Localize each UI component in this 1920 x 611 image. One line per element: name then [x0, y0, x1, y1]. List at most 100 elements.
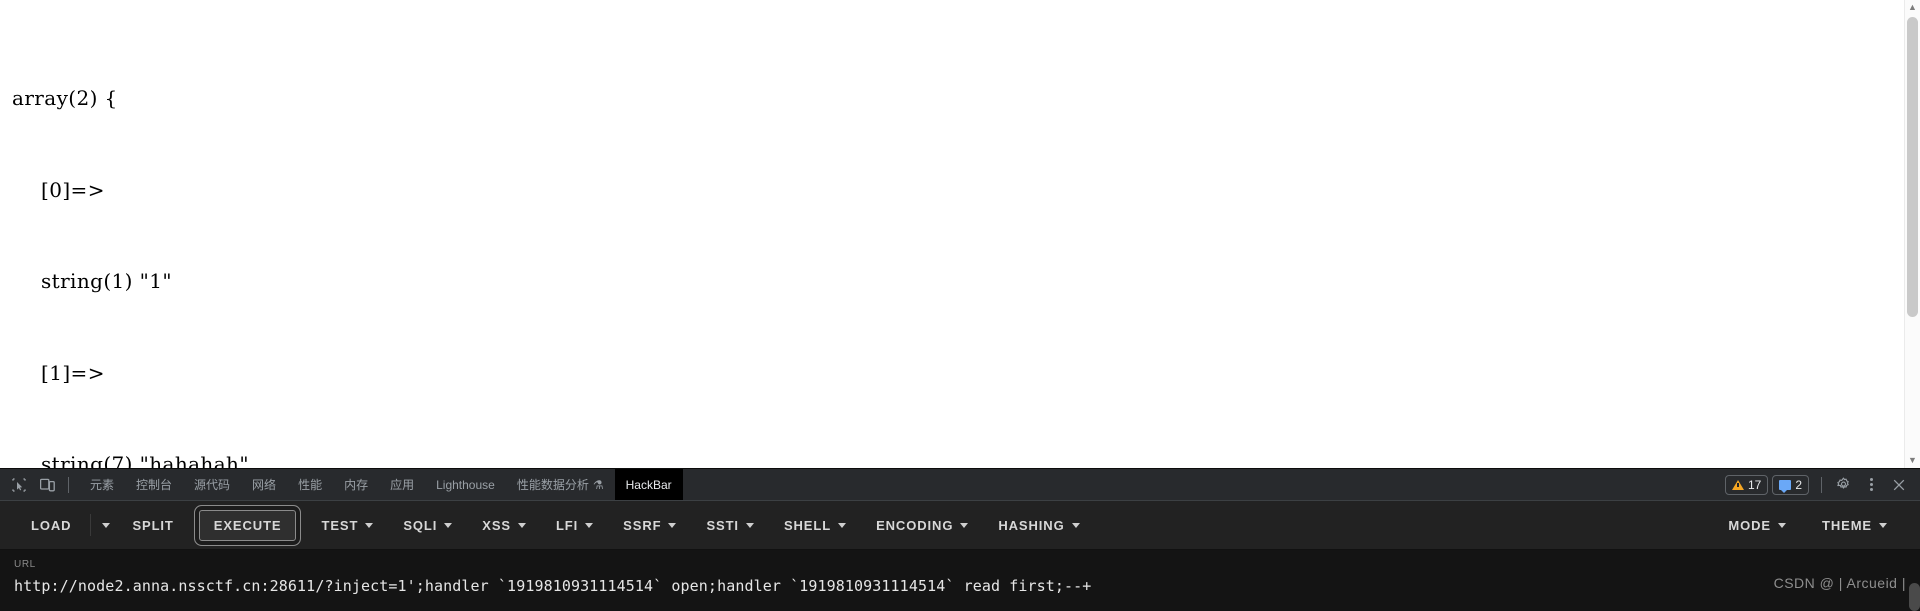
- chevron-down-icon: [1879, 522, 1887, 528]
- hackbar-encoding-button[interactable]: ENCODING: [861, 510, 983, 541]
- devtools-status-area: 17 2: [1724, 469, 1920, 500]
- scroll-down-arrow-icon[interactable]: ▼: [1905, 453, 1920, 468]
- dump1-line-3: string(1) "1": [41, 269, 172, 293]
- hackbar-right-buttons: MODE THEME: [1713, 510, 1920, 541]
- hackbar-ssti-label: SSTI: [706, 517, 739, 533]
- tab-network-label: 网络: [252, 478, 277, 492]
- dump1-line-1: array(2) {: [12, 86, 118, 110]
- hackbar-mode-button[interactable]: MODE: [1713, 510, 1801, 541]
- hackbar-theme-button[interactable]: THEME: [1807, 510, 1902, 541]
- tab-hackbar-label: HackBar: [625, 477, 672, 492]
- tab-memory[interactable]: 内存: [333, 469, 379, 500]
- hackbar-load-dropdown[interactable]: [95, 516, 117, 535]
- tab-sources[interactable]: 源代码: [183, 469, 241, 500]
- load-divider: [90, 514, 92, 536]
- devtools-tool-icons: [0, 469, 79, 500]
- tab-elements-label: 元素: [90, 478, 115, 492]
- tab-elements[interactable]: 元素: [79, 469, 125, 500]
- message-bubble-icon: [1779, 479, 1792, 493]
- gear-icon[interactable]: [1830, 472, 1856, 497]
- hackbar-load-button[interactable]: LOAD: [16, 510, 86, 541]
- dump1-line-4: [1]=>: [41, 360, 105, 385]
- devtools-tabbar: 元素 控制台 源代码 网络 性能 内存 应用 Lighthouse 性能数据分析…: [0, 469, 1920, 501]
- var-dump-block-1: array(2) { [0]=> string(1) "1" [1]=> str…: [0, 22, 1920, 468]
- hackbar-xss-label: XSS: [482, 517, 511, 533]
- chevron-down-icon: [102, 522, 111, 528]
- tab-sources-label: 源代码: [194, 478, 231, 492]
- hackbar-xss-button[interactable]: XSS: [467, 510, 541, 541]
- scroll-up-arrow-icon[interactable]: ▲: [1905, 0, 1920, 15]
- hackbar-panel: LOAD SPLIT EXECUTE TEST SQLI XSS LFI SSR…: [0, 501, 1920, 611]
- hackbar-shell-label: SHELL: [783, 517, 832, 533]
- message-count: 2: [1795, 477, 1802, 492]
- chevron-down-icon: [365, 522, 374, 528]
- chevron-down-icon: [1071, 522, 1080, 528]
- chevron-down-icon: [1778, 522, 1786, 528]
- csdn-watermark: CSDN @ | Arcueid |: [1773, 575, 1906, 591]
- hackbar-sqli-label: SQLI: [403, 517, 438, 533]
- tab-performance-insights-label: 性能数据分析: [516, 478, 589, 492]
- warning-count: 17: [1747, 477, 1762, 492]
- more-options-icon[interactable]: [1858, 472, 1884, 497]
- tab-memory-label: 内存: [344, 478, 369, 492]
- hackbar-ssrf-button[interactable]: SSRF: [608, 510, 691, 541]
- toolbar-divider: [68, 476, 69, 493]
- screenshot-root: array(2) { [0]=> string(1) "1" [1]=> str…: [0, 0, 1920, 611]
- hackbar-test-button[interactable]: TEST: [306, 510, 388, 541]
- status-divider: [1821, 476, 1822, 493]
- page-scrollbar-thumb[interactable]: [1907, 17, 1918, 317]
- warning-triangle-icon: [1731, 479, 1744, 490]
- hackbar-hashing-button[interactable]: HASHING: [983, 510, 1094, 541]
- tab-network[interactable]: 网络: [241, 469, 287, 500]
- flask-icon: ⚗: [592, 477, 604, 492]
- chevron-down-icon: [745, 522, 754, 528]
- message-badge[interactable]: 2: [1772, 474, 1809, 495]
- hackbar-url-section: URL http://node2.anna.nssctf.cn:28611/?i…: [0, 550, 1920, 611]
- chevron-down-icon: [960, 522, 969, 528]
- hackbar-encoding-label: ENCODING: [876, 517, 954, 533]
- hackbar-scrollbar-thumb[interactable]: [1909, 583, 1920, 611]
- hackbar-shell-button[interactable]: SHELL: [769, 510, 861, 541]
- hackbar-lfi-label: LFI: [555, 517, 579, 533]
- tab-performance-label: 性能: [298, 478, 323, 492]
- hackbar-sqli-button[interactable]: SQLI: [388, 510, 467, 541]
- devtools-badges: 17 2: [1724, 474, 1809, 495]
- hackbar-ssti-button[interactable]: SSTI: [691, 510, 769, 541]
- hackbar-execute-button[interactable]: EXECUTE: [198, 509, 297, 541]
- hackbar-execute-label: EXECUTE: [213, 517, 282, 533]
- tab-lighthouse[interactable]: Lighthouse: [425, 469, 506, 500]
- chevron-down-icon: [838, 522, 847, 528]
- hackbar-split-button[interactable]: SPLIT: [117, 510, 188, 541]
- tab-performance[interactable]: 性能: [287, 469, 333, 500]
- dump1-line-2: [0]=>: [41, 177, 105, 202]
- hackbar-hashing-label: HASHING: [998, 517, 1065, 533]
- top-spacer: [0, 0, 1920, 22]
- url-input[interactable]: http://node2.anna.nssctf.cn:28611/?injec…: [14, 577, 1906, 595]
- devtools-tab-list: 元素 控制台 源代码 网络 性能 内存 应用 Lighthouse 性能数据分析…: [79, 469, 1725, 500]
- tab-lighthouse-label: Lighthouse: [436, 477, 495, 492]
- tab-performance-insights[interactable]: 性能数据分析 ⚗: [506, 469, 615, 500]
- inspect-element-icon[interactable]: [6, 472, 32, 497]
- hackbar-test-label: TEST: [321, 517, 359, 533]
- browser-page-viewport: array(2) { [0]=> string(1) "1" [1]=> str…: [0, 0, 1920, 468]
- tab-console[interactable]: 控制台: [125, 469, 183, 500]
- devtools-panel: 元素 控制台 源代码 网络 性能 内存 应用 Lighthouse 性能数据分析…: [0, 468, 1920, 611]
- tab-console-label: 控制台: [136, 478, 173, 492]
- hackbar-lfi-button[interactable]: LFI: [541, 510, 608, 541]
- kebab-dots: [1869, 478, 1873, 491]
- dump1-line-5: string(7) "hahahah": [41, 452, 249, 468]
- close-icon[interactable]: [1886, 472, 1912, 497]
- chevron-down-icon: [668, 522, 677, 528]
- tab-application-label: 应用: [390, 478, 415, 492]
- page-scrollbar[interactable]: ▲ ▼: [1904, 0, 1920, 468]
- hackbar-theme-label: THEME: [1822, 517, 1872, 533]
- warning-badge[interactable]: 17: [1724, 474, 1769, 495]
- url-field-label: URL: [14, 559, 36, 570]
- hackbar-toolbar: LOAD SPLIT EXECUTE TEST SQLI XSS LFI SSR…: [0, 501, 1920, 550]
- hackbar-ssrf-label: SSRF: [623, 517, 662, 533]
- tab-application[interactable]: 应用: [379, 469, 425, 500]
- hackbar-load-label: LOAD: [31, 517, 72, 533]
- chevron-down-icon: [585, 522, 594, 528]
- tab-hackbar[interactable]: HackBar: [614, 469, 683, 500]
- device-toolbar-icon[interactable]: [34, 472, 60, 497]
